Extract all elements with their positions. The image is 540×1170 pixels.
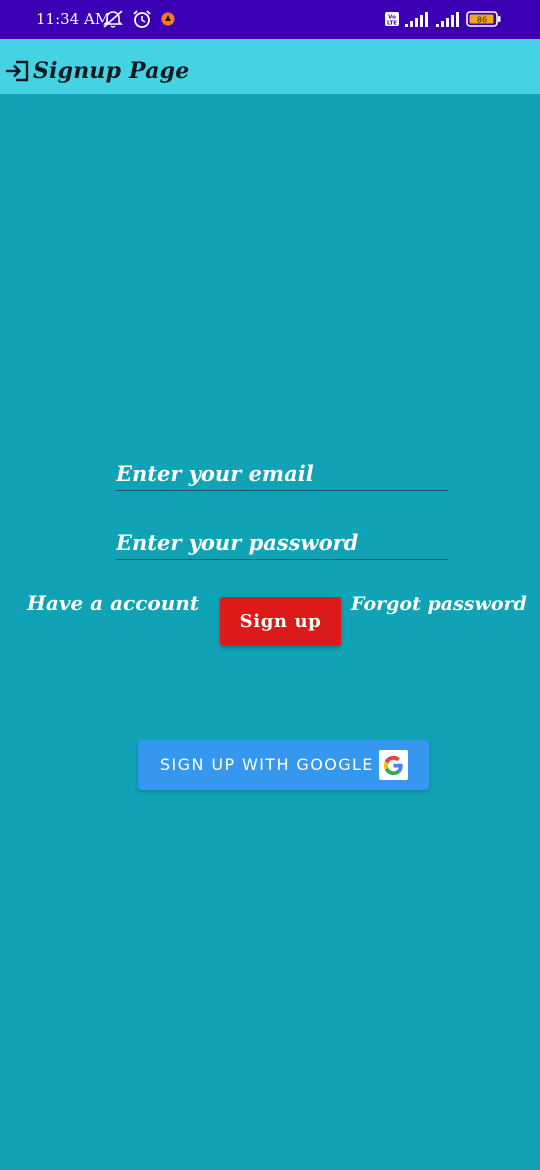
password-field[interactable] bbox=[116, 525, 448, 559]
password-field-container bbox=[116, 525, 448, 560]
have-account-link[interactable]: Have a account bbox=[27, 591, 199, 615]
email-field[interactable] bbox=[116, 456, 448, 490]
mute-icon bbox=[103, 10, 123, 28]
svg-text:LTE: LTE bbox=[387, 21, 397, 27]
signal-icon bbox=[405, 12, 428, 27]
alarm-icon bbox=[133, 10, 151, 28]
page-title: Signup Page bbox=[33, 58, 190, 84]
email-field-container bbox=[116, 456, 448, 491]
app-bar: Signup Page bbox=[0, 39, 540, 94]
volte-icon: Vo LTE bbox=[385, 12, 399, 27]
login-icon[interactable] bbox=[4, 59, 30, 83]
notification-icon bbox=[161, 12, 175, 26]
forgot-password-link[interactable]: Forgot password bbox=[351, 593, 527, 615]
google-signup-button[interactable]: SIGN UP WITH GOOGLE bbox=[138, 740, 429, 790]
signal-icon bbox=[436, 12, 459, 27]
battery-icon: 86 bbox=[466, 11, 501, 27]
status-bar: 11:34 AM Vo LTE 86 bbox=[0, 0, 540, 39]
signup-button[interactable]: Sign up bbox=[220, 597, 341, 646]
google-g-icon bbox=[379, 750, 408, 780]
battery-level: 86 bbox=[477, 16, 487, 25]
status-time: 11:34 AM bbox=[36, 10, 111, 28]
google-signup-label: SIGN UP WITH GOOGLE bbox=[160, 755, 374, 774]
